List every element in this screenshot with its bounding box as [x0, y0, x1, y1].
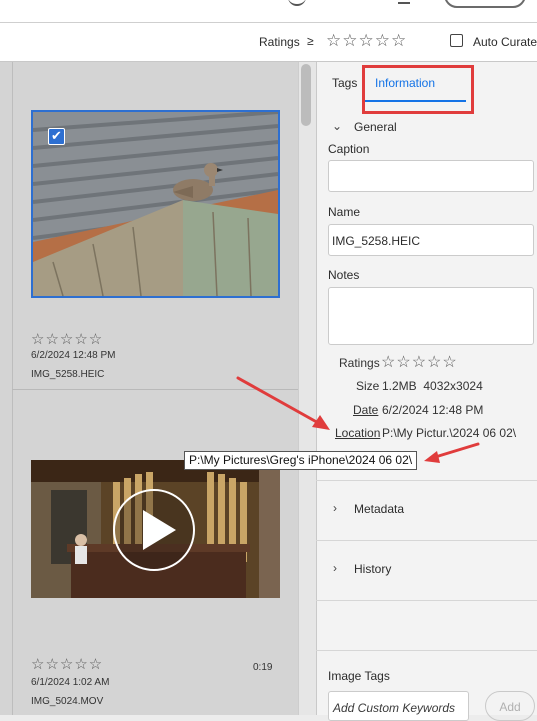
annotation-arrow-to-tooltip [430, 442, 480, 460]
annotation-arrows [236, 376, 480, 463]
annotation-arrow-to-location [236, 376, 324, 427]
arrowhead [424, 451, 440, 463]
